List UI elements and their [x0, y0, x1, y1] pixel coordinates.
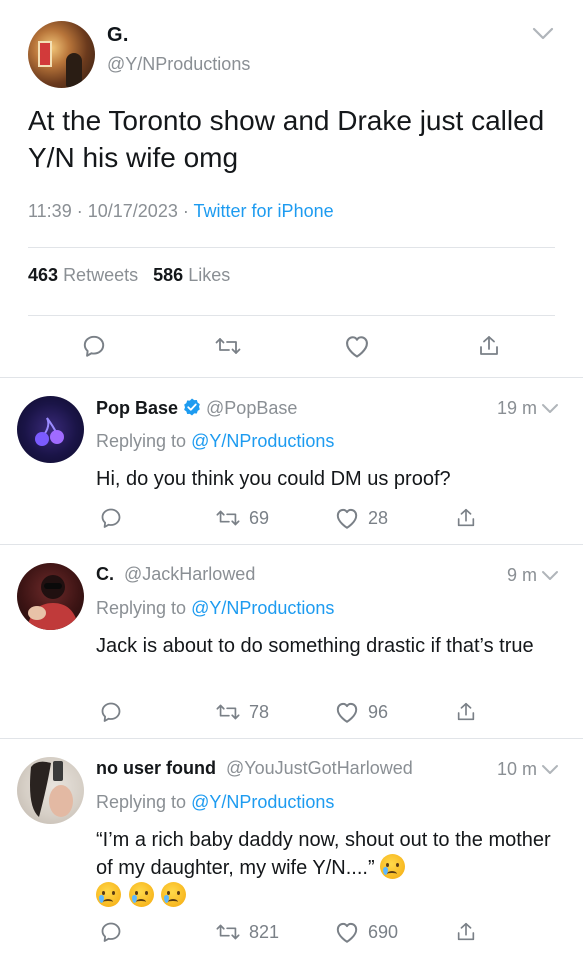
reply-author[interactable]: no user found @YouJustGotHarlowed — [96, 758, 413, 779]
reply-text: “I’m a rich baby daddy now, shout out to… — [96, 826, 556, 910]
likes-stat[interactable]: 586 Likes — [153, 265, 230, 285]
share-button[interactable] — [455, 697, 477, 727]
reply-actions: 821 690 — [0, 917, 583, 947]
retweet-button[interactable]: 69 — [215, 503, 269, 533]
share-button[interactable] — [455, 503, 477, 533]
reply-button[interactable] — [99, 917, 123, 947]
reply-actions: 78 96 — [0, 697, 583, 727]
reply-item[interactable]: Pop Base @PopBase 19 m Replying to @Y/NP… — [0, 378, 583, 544]
reply-handle[interactable]: @YouJustGotHarlowed — [226, 758, 413, 778]
retweet-icon — [216, 924, 240, 940]
reply-actions: 69 28 — [0, 503, 583, 533]
retweet-button[interactable]: 821 — [215, 917, 279, 947]
reply-icon — [101, 508, 121, 528]
reply-icon — [83, 335, 105, 357]
share-button[interactable] — [477, 330, 501, 362]
like-icon — [336, 508, 358, 529]
reply-avatar[interactable] — [17, 396, 84, 463]
chevron-down-icon[interactable] — [541, 403, 559, 415]
chevron-down-icon[interactable] — [541, 764, 559, 776]
like-button[interactable]: 690 — [334, 917, 398, 947]
reply-text: Hi, do you think you could DM us proof? — [96, 468, 451, 490]
share-icon — [457, 922, 475, 941]
reply-button[interactable] — [81, 330, 107, 362]
author-handle[interactable]: @Y/NProductions — [107, 54, 250, 75]
tweet-date: 10/17/2023 — [87, 201, 178, 221]
reply-button[interactable] — [99, 697, 123, 727]
like-button[interactable] — [343, 330, 371, 362]
crying-face-emoji — [380, 854, 406, 879]
crying-face-emoji — [161, 882, 187, 907]
reply-icon — [101, 922, 121, 942]
reply-icon — [101, 702, 121, 722]
cherry-logo-icon — [35, 417, 64, 446]
author-avatar[interactable] — [28, 21, 95, 88]
replying-to-link[interactable]: @Y/NProductions — [191, 792, 334, 812]
like-icon — [336, 702, 358, 723]
main-tweet: G. @Y/NProductions At the Toronto show a… — [0, 0, 583, 378]
retweet-button[interactable] — [214, 330, 242, 362]
share-icon — [457, 702, 475, 721]
retweet-count: 821 — [249, 921, 280, 942]
divider — [28, 247, 555, 248]
reply-time: 9 m — [507, 565, 559, 586]
reply-handle[interactable]: @PopBase — [206, 398, 297, 418]
retweet-count: 78 — [249, 701, 270, 722]
like-icon — [336, 922, 358, 943]
crying-face-emoji — [96, 882, 121, 907]
like-button[interactable]: 28 — [334, 503, 388, 533]
reply-item[interactable]: C. @JackHarlowed 9 m Replying to @Y/NPro… — [0, 545, 583, 738]
author-name[interactable]: G. — [107, 24, 129, 47]
divider — [28, 315, 555, 316]
like-button[interactable]: 96 — [334, 697, 388, 727]
replying-to: Replying to @Y/NProductions — [96, 792, 335, 812]
retweet-icon — [216, 510, 240, 526]
retweets-stat[interactable]: 463 Retweets — [28, 265, 138, 285]
replying-to-link[interactable]: @Y/NProductions — [191, 598, 334, 618]
verified-badge-icon — [184, 398, 200, 416]
retweet-icon — [216, 704, 240, 720]
reply-author[interactable]: C. @JackHarlowed — [96, 564, 255, 585]
reply-time: 10 m — [497, 759, 559, 780]
crying-face-emoji — [128, 882, 154, 907]
like-count: 96 — [368, 701, 389, 722]
reply-button[interactable] — [99, 503, 123, 533]
reply-author[interactable]: Pop Base @PopBase — [96, 397, 297, 419]
chevron-down-icon[interactable] — [531, 26, 555, 42]
replying-to: Replying to @Y/NProductions — [96, 431, 335, 451]
retweet-button[interactable]: 78 — [215, 697, 269, 727]
retweet-icon — [215, 338, 241, 354]
reply-avatar[interactable] — [17, 757, 84, 824]
tweet-text: At the Toronto show and Drake just calle… — [28, 105, 545, 173]
reply-time: 19 m — [497, 398, 559, 419]
share-icon — [457, 508, 475, 527]
like-count: 28 — [368, 507, 389, 528]
like-count: 690 — [368, 921, 399, 942]
tweet-stats: 463 Retweets 586 Likes — [28, 265, 230, 286]
reply-avatar[interactable] — [17, 563, 84, 630]
chevron-down-icon[interactable] — [541, 570, 559, 582]
reply-text: Jack is about to do something drastic if… — [96, 635, 534, 657]
replying-to: Replying to @Y/NProductions — [96, 598, 335, 618]
reply-item[interactable]: no user found @YouJustGotHarlowed 10 m R… — [0, 739, 583, 960]
share-icon — [480, 336, 498, 355]
tweet-source-link[interactable]: Twitter for iPhone — [194, 201, 334, 221]
reply-handle[interactable]: @JackHarlowed — [124, 564, 255, 584]
share-button[interactable] — [455, 917, 477, 947]
replying-to-link[interactable]: @Y/NProductions — [191, 431, 334, 451]
tweet-time: 11:39 — [28, 201, 72, 221]
tweet-meta: 11:39 · 10/17/2023 · Twitter for iPhone — [28, 201, 334, 221]
tweet-actions — [0, 330, 583, 362]
retweet-count: 69 — [249, 507, 270, 528]
like-icon — [346, 336, 368, 358]
